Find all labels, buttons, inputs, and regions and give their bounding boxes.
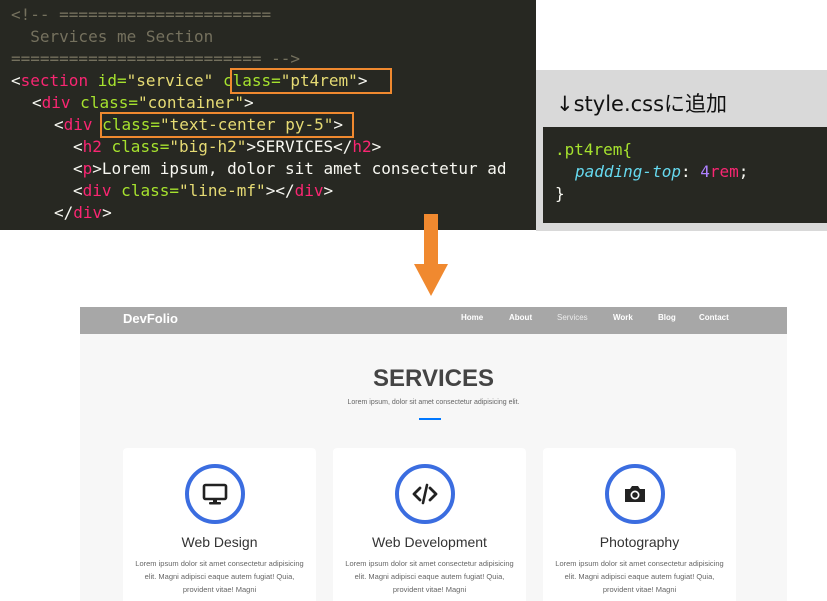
service-card: Web Design Lorem ipsum dolor sit amet co… (123, 448, 316, 601)
service-card-title: Web Development (372, 534, 487, 550)
service-card: Web Development Lorem ipsum dolor sit am… (333, 448, 526, 601)
nav-link-about[interactable]: About (509, 313, 532, 322)
code-line-close-div: </div> (54, 203, 112, 222)
section-subtitle: Lorem ipsum, dolor sit amet consectetur … (347, 399, 520, 406)
css-note-panel: ↓style.cssに追加 .pt4rem{ padding-top: 4rem… (536, 70, 827, 231)
highlight-box-class-pt4rem (230, 68, 392, 94)
down-arrow-icon (424, 214, 438, 266)
monitor-icon (185, 464, 245, 524)
code-icon (395, 464, 455, 524)
service-card-text: Lorem ipsum dolor sit amet consectetur a… (555, 559, 724, 594)
nav-link-services[interactable]: Services (557, 313, 588, 322)
down-arrow-head-icon (414, 264, 448, 296)
code-comment-line: Services me Section (11, 27, 214, 46)
code-line-line-mf: <div class="line-mf"></div> (73, 181, 334, 200)
code-comment-line: <!-- ====================== (11, 5, 272, 24)
camera-icon (605, 464, 665, 524)
nav-link-work[interactable]: Work (613, 313, 633, 322)
nav-link-contact[interactable]: Contact (699, 313, 729, 322)
navbar: DevFolio Home About Services Work Blog C… (80, 307, 787, 334)
highlight-box-class-text-center (100, 112, 354, 138)
note-title: ↓style.cssに追加 (556, 92, 728, 116)
service-card-text: Lorem ipsum dolor sit amet consectetur a… (135, 559, 304, 594)
service-card: Photography Lorem ipsum dolor sit amet c… (543, 448, 736, 601)
css-code-box: .pt4rem{ padding-top: 4rem; } (543, 127, 827, 223)
service-card-title: Photography (599, 534, 680, 550)
code-line-container: <div class="container"> (32, 93, 254, 112)
service-card-title: Web Design (181, 534, 258, 550)
brand-logo[interactable]: DevFolio (123, 311, 178, 326)
service-card-text: Lorem ipsum dolor sit amet consectetur a… (345, 559, 514, 594)
section-title: SERVICES (373, 365, 494, 392)
website-preview: DevFolio Home About Services Work Blog C… (80, 307, 787, 601)
code-comment-line: ========================== --> (11, 49, 300, 68)
title-underline (419, 418, 441, 420)
css-line-close: } (555, 184, 565, 203)
code-line-h2: <h2 class="big-h2">SERVICES</h2> (73, 137, 382, 156)
code-editor: <!-- ====================== Services me … (0, 0, 536, 230)
css-line-property: padding-top: 4rem; (575, 162, 749, 181)
css-line-selector: .pt4rem{ (555, 140, 633, 159)
nav-link-home[interactable]: Home (461, 313, 483, 322)
nav-link-blog[interactable]: Blog (658, 313, 676, 322)
code-line-p: <p>Lorem ipsum, dolor sit amet consectet… (73, 159, 507, 178)
